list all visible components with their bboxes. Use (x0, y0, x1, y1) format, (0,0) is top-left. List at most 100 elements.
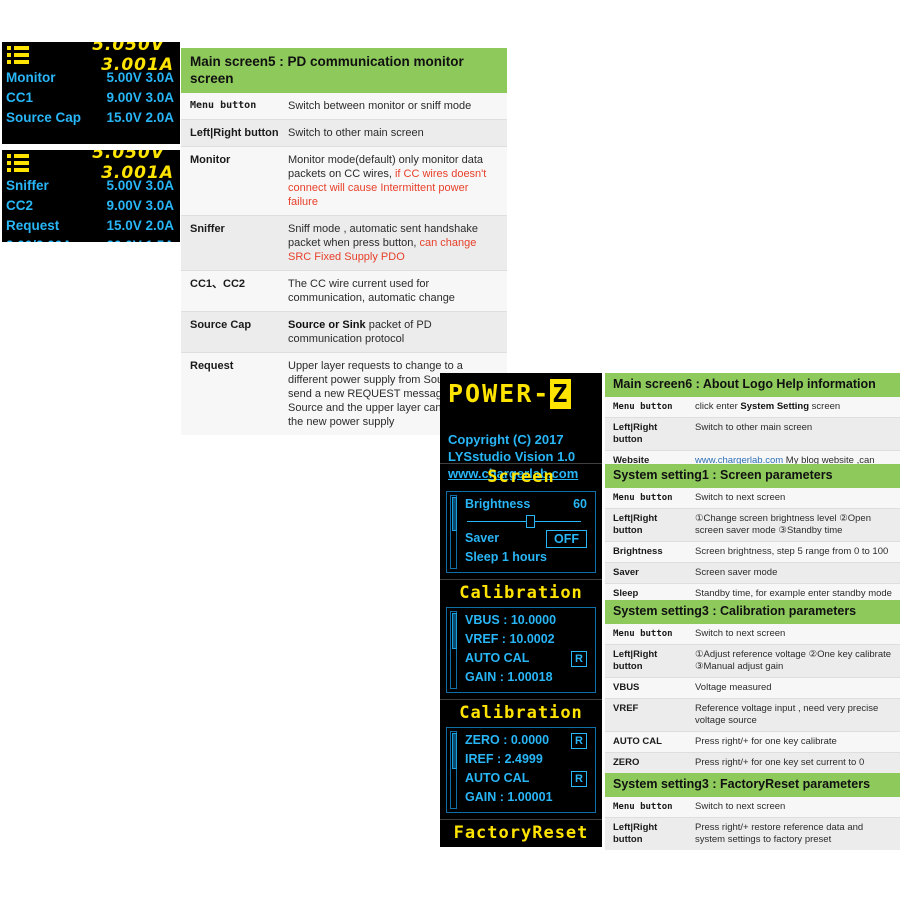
powerz-calibration1-box: VBUS : 10.0000 VREF : 10.0002 AUTO CAL R… (446, 607, 596, 693)
row-value: Screen saver mode (695, 567, 778, 578)
page-root: 5.050V3.001A Monitor CC1 Source Cap 5.00… (0, 0, 900, 900)
calibration-row[interactable]: GAIN : 1.00018 (465, 668, 587, 687)
scrollbar-indicator[interactable] (450, 611, 457, 689)
row-value: ①Adjust reference voltage ②One key calib… (695, 649, 892, 672)
row-value: Screen brightness, step 5 range from 0 t… (695, 546, 889, 557)
lcd-sniffer-mode-badge[interactable]: Sniffer (6, 178, 49, 193)
lcd-monitor-cc-label: CC1 (6, 90, 34, 105)
table-row: ZERO Press right/+ for one key set curre… (605, 752, 900, 773)
lcd-monitor-pdo-item: 9.00V 3.0A (106, 90, 174, 105)
scrollbar-indicator[interactable] (450, 495, 457, 569)
reset-badge[interactable]: R (571, 770, 587, 787)
row-key: Source Cap (190, 319, 252, 331)
row-label: GAIN : 1.00018 (465, 670, 553, 684)
calibration-row[interactable]: AUTO CAL R (465, 649, 587, 668)
powerz-factoryreset-title: FactoryReset (453, 823, 589, 843)
powerz-logo: POWER-Z (448, 379, 572, 409)
calibration-row[interactable]: IREF : 2.4999 (465, 750, 587, 769)
reset-badge[interactable]: R (571, 732, 587, 749)
sleep-row[interactable]: Sleep 1 hours (465, 548, 587, 567)
powerz-calibration1-title: Calibration (459, 583, 583, 603)
table-row: Left|Right button ①Change screen brightn… (605, 508, 900, 541)
lcd-monitor-pdo-list: 5.00V 3.0A 9.00V 3.0A 15.0V 2.0A (102, 68, 174, 128)
lcd-sniffer-pdo-item: 5.00V 3.0A (106, 178, 174, 193)
lcd-monitor-pdo-item: 15.0V 2.0A (106, 110, 174, 125)
row-key: Left|Right button (613, 822, 658, 845)
list-menu-icon[interactable] (7, 46, 29, 64)
row-value: Source or Sink packet of PD communicatio… (286, 312, 507, 352)
lcd-sniffer-status-column: Sniffer CC2 Request 2.00/2.00A (6, 176, 102, 242)
powerz-calibration2-panel: Calibration ZERO : 0.0000 R IREF : 2.499… (440, 699, 602, 813)
calibration-row[interactable]: VREF : 10.0002 (465, 630, 587, 649)
row-key: Menu button (613, 493, 673, 503)
table-row: Left|Right button Switch to other main s… (181, 119, 507, 146)
brightness-row[interactable]: Brightness 60 (465, 495, 587, 514)
row-value: Switch between monitor or sniff mode (288, 100, 472, 112)
list-menu-icon[interactable] (7, 154, 29, 172)
row-value: Monitor mode(default) only monitor data … (286, 147, 507, 215)
row-value-plain: click enter (695, 401, 741, 412)
row-key: Left|Right button (613, 649, 658, 672)
saver-toggle[interactable]: OFF (546, 529, 587, 548)
row-value-bold: System Setting (740, 401, 810, 412)
row-key: Left|Right button (190, 127, 279, 139)
row-key: VREF (613, 703, 639, 714)
row-value: Voltage measured (695, 682, 772, 693)
lcd-sniffer-pdo-list: 5.00V 3.0A 9.00V 3.0A 15.0V 2.0A 20.0V 1… (102, 176, 174, 242)
calibration-row[interactable]: AUTO CAL R (465, 769, 587, 788)
slider-knob[interactable] (526, 515, 536, 528)
table-row: Source Cap Source or Sink packet of PD c… (181, 311, 507, 352)
lcd-screen-monitor: 5.050V3.001A Monitor CC1 Source Cap 5.00… (2, 42, 180, 144)
lcd-monitor-topbar: 5.050V3.001A (2, 42, 180, 75)
row-key: AUTO CAL (613, 736, 662, 747)
row-label: VREF : 10.0002 (465, 632, 555, 646)
saver-row[interactable]: Saver OFF (465, 529, 587, 548)
table-row: Left|Right button ①Adjust reference volt… (605, 644, 900, 677)
table-row: Monitor Monitor mode(default) only monit… (181, 146, 507, 215)
row-value: Switch to other main screen (288, 127, 424, 139)
lcd-sniffer-pdo-item: 20.0V 1.5A (102, 236, 174, 242)
row-key: Menu button (613, 802, 673, 812)
table-row: AUTO CAL Press right/+ for one key calib… (605, 731, 900, 752)
row-key: CC1、CC2 (190, 278, 246, 290)
table-row: Saver Screen saver mode (605, 562, 900, 583)
row-key: Menu button (613, 629, 673, 639)
row-value: Switch to next screen (695, 801, 786, 812)
powerz-calibration2-title: Calibration (459, 703, 583, 723)
scrollbar-indicator[interactable] (450, 731, 457, 809)
row-value-bold: Source or Sink (288, 319, 366, 331)
table-system-setting3-factoryreset-header: System setting3 : FactoryReset parameter… (605, 773, 900, 797)
row-value: Switch to other main screen (695, 422, 813, 433)
lcd-sniffer-body: Sniffer CC2 Request 2.00/2.00A 5.00V 3.0… (2, 176, 180, 242)
lcd-sniffer-current-label: 2.00/2.00A (6, 236, 102, 242)
table-main-screen5: Main screen5 : PD communication monitor … (181, 48, 507, 435)
reset-badge (571, 632, 587, 648)
calibration-row[interactable]: GAIN : 1.00001 (465, 788, 587, 807)
row-label: ZERO : 0.0000 (465, 733, 550, 747)
row-value-tail: screen (809, 401, 841, 412)
table-row: CC1、CC2 The CC wire current used for com… (181, 270, 507, 311)
row-key: Saver (613, 567, 639, 578)
row-label: AUTO CAL (465, 771, 530, 785)
row-key: Left|Right button (613, 422, 658, 445)
reset-badge[interactable]: R (571, 650, 587, 667)
row-value: Switch to next screen (695, 628, 786, 639)
table-row: Menu button Switch to next screen (605, 488, 900, 508)
lcd-monitor-mode-badge[interactable]: Monitor (6, 70, 56, 85)
row-value: Press right/+ for one key set current to… (695, 757, 865, 768)
row-label: AUTO CAL (465, 651, 530, 665)
row-key: ZERO (613, 757, 640, 768)
row-label: IREF : 2.4999 (465, 752, 543, 766)
table-row: VBUS Voltage measured (605, 677, 900, 698)
table-row: Brightness Screen brightness, step 5 ran… (605, 541, 900, 562)
lcd-sniffer-pdo-item: 15.0V 2.0A (106, 218, 174, 233)
brightness-slider[interactable] (467, 515, 581, 528)
row-value: ①Change screen brightness level ②Open sc… (695, 513, 871, 536)
table-system-setting3-calibration-header: System setting3 : Calibration parameters (605, 600, 900, 624)
row-label: GAIN : 1.00001 (465, 790, 553, 804)
row-key: Menu button (190, 100, 257, 111)
calibration-row[interactable]: ZERO : 0.0000 R (465, 731, 587, 750)
calibration-row[interactable]: VBUS : 10.0000 (465, 611, 587, 630)
table-row: Left|Right button Switch to other main s… (605, 417, 900, 450)
row-label: VBUS : 10.0000 (465, 613, 557, 627)
